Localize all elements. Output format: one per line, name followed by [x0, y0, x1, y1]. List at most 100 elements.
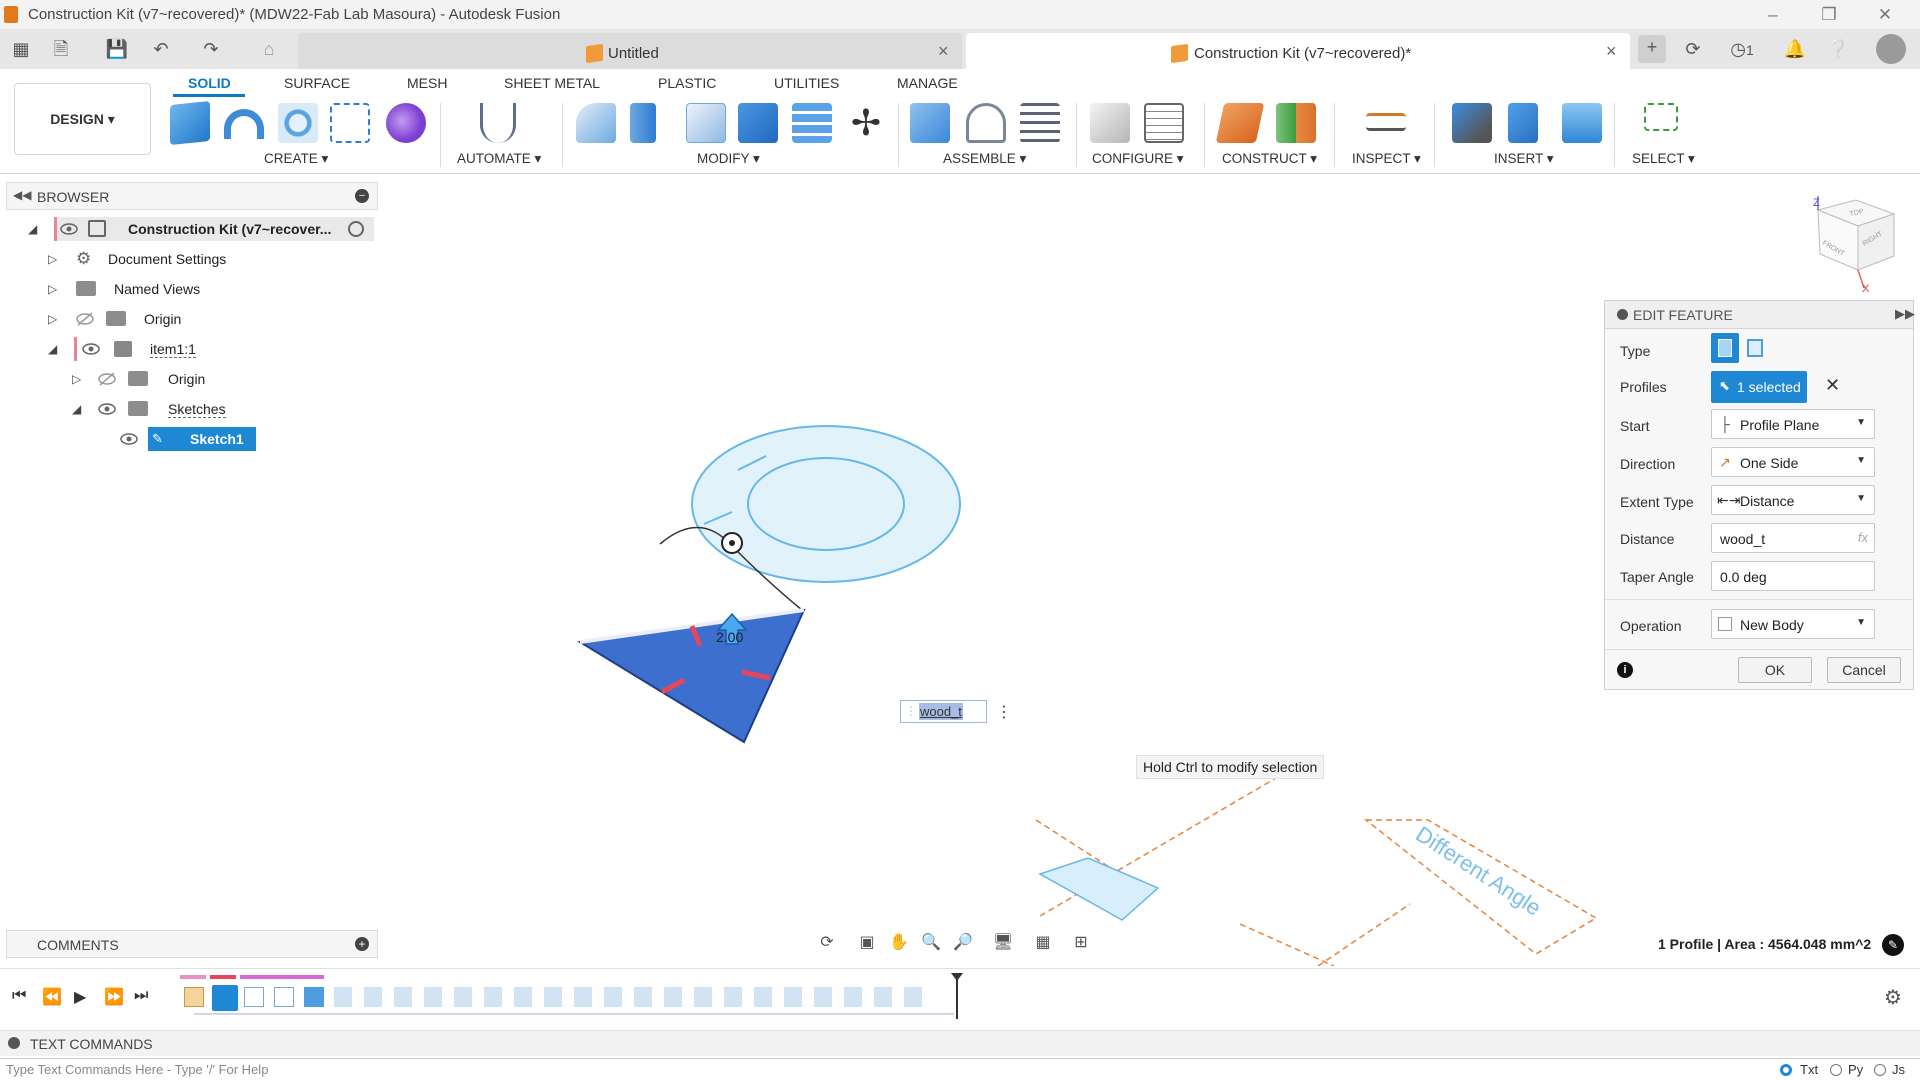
redo-icon[interactable]: ↷	[198, 37, 224, 61]
canvas-image-icon[interactable]	[1562, 103, 1602, 143]
drag-grip-icon[interactable]: ⋮	[905, 704, 917, 718]
undo-icon[interactable]: ↶	[148, 37, 174, 61]
viewports-icon[interactable]: ⊞	[1068, 932, 1094, 954]
first-step-icon[interactable]: ⏮	[12, 987, 26, 1005]
form-icon[interactable]	[386, 103, 426, 143]
grid-settings-icon[interactable]: ▦	[1030, 932, 1056, 954]
collapse-icon[interactable]	[8, 1037, 20, 1049]
timeline-feature-icon[interactable]	[184, 987, 204, 1007]
extrude-icon[interactable]	[224, 109, 264, 139]
configure-icon[interactable]	[1090, 103, 1130, 143]
extent-type-dropdown[interactable]: ⇤⇥ Distance ▼	[1711, 485, 1875, 515]
mode-js-radio[interactable]	[1874, 1064, 1886, 1076]
profiles-selection-button[interactable]: ⬉ 1 selected	[1711, 371, 1807, 403]
tab-utilities[interactable]: UTILITIES	[774, 75, 839, 91]
close-tab-icon[interactable]: ×	[1606, 41, 1617, 62]
construct-menu[interactable]: CONSTRUCT ▾	[1222, 151, 1317, 167]
tab-surface[interactable]: SURFACE	[284, 75, 350, 91]
tab-manage[interactable]: MANAGE	[897, 75, 958, 91]
display-settings-icon[interactable]: 🖥	[990, 932, 1016, 954]
fit-icon[interactable]: 🔎	[950, 932, 976, 954]
text-commands-header[interactable]: TEXT COMMANDS	[0, 1030, 1920, 1056]
window-select-icon[interactable]	[1644, 103, 1678, 131]
home-icon[interactable]: ⌂	[256, 37, 282, 61]
type-solid-button[interactable]	[1711, 333, 1739, 363]
distance-input-value[interactable]: wood_t	[919, 703, 963, 720]
notifications-bell-icon[interactable]: 🔔	[1782, 37, 1808, 61]
expand-dialog-icon[interactable]: ▶▶	[1895, 306, 1915, 322]
next-step-icon[interactable]: ⏩	[104, 987, 124, 1007]
save-icon[interactable]: 💾	[104, 37, 130, 61]
measure-icon[interactable]	[1366, 113, 1406, 131]
distance-input[interactable]: wood_t fx	[1711, 523, 1875, 553]
operation-dropdown[interactable]: New Body ▼	[1711, 609, 1875, 639]
tab-plastic[interactable]: PLASTIC	[658, 75, 716, 91]
modify-menu[interactable]: MODIFY ▾	[697, 151, 760, 167]
data-panel-grid-icon[interactable]: ▦	[8, 37, 34, 61]
timeline-sketch-icon[interactable]	[244, 987, 264, 1007]
timeline-marker[interactable]	[956, 977, 958, 1019]
orbit-icon[interactable]: ⟳	[814, 932, 840, 954]
info-icon[interactable]: i	[1617, 662, 1633, 678]
chamfer-icon[interactable]	[686, 103, 726, 143]
previous-step-icon[interactable]: ⏪	[42, 987, 62, 1007]
extensions-icon[interactable]: ⟳	[1680, 37, 1706, 61]
inspect-menu[interactable]: INSPECT ▾	[1352, 151, 1421, 167]
mode-py-radio[interactable]	[1830, 1064, 1842, 1076]
tab-mesh[interactable]: MESH	[407, 75, 447, 91]
joint-icon[interactable]	[966, 103, 1006, 143]
configure-menu[interactable]: CONFIGURE ▾	[1092, 151, 1184, 167]
dialog-collapse-icon[interactable]	[1617, 309, 1628, 320]
user-avatar[interactable]	[1876, 34, 1906, 64]
close-tab-icon[interactable]: ×	[938, 41, 949, 62]
cancel-button[interactable]: Cancel	[1827, 657, 1901, 683]
zoom-icon[interactable]: 🔍	[918, 932, 944, 954]
timeline-marker-handle[interactable]	[951, 973, 963, 981]
press-pull-icon[interactable]	[576, 103, 616, 143]
close-window-button[interactable]: ✕	[1868, 4, 1902, 26]
new-component-assemble-icon[interactable]	[910, 103, 950, 143]
timeline-settings-gear-icon[interactable]: ⚙	[1884, 985, 1902, 1010]
restore-button[interactable]: ❐	[1812, 4, 1846, 26]
text-command-input[interactable]: Type Text Commands Here - Type '/' For H…	[0, 1058, 1920, 1080]
help-icon[interactable]: ❔	[1825, 37, 1851, 61]
play-icon[interactable]: ▶	[74, 987, 86, 1007]
new-tab-plus-icon[interactable]: +	[1638, 35, 1666, 63]
function-fx-icon[interactable]: fx	[1858, 530, 1868, 545]
sketch-icon[interactable]	[330, 103, 370, 143]
automate-menu[interactable]: AUTOMATE ▾	[457, 151, 541, 167]
workspace-switcher[interactable]: DESIGN ▾	[14, 83, 151, 155]
mode-txt-radio[interactable]	[1780, 1064, 1792, 1076]
last-step-icon[interactable]: ⏭	[134, 987, 148, 1005]
add-comment-icon[interactable]: +	[355, 937, 369, 951]
look-at-icon[interactable]: ▣	[854, 932, 880, 954]
insert-derive-icon[interactable]	[1452, 103, 1492, 143]
clear-selection-icon[interactable]: ✕	[1825, 375, 1840, 396]
timeline-sketch-icon[interactable]	[274, 987, 294, 1007]
tab-solid[interactable]: SOLID	[188, 75, 231, 91]
tab-untitled[interactable]: Untitled ×	[298, 33, 962, 69]
distance-input-box[interactable]: ⋮ wood_t	[900, 700, 987, 723]
assemble-menu[interactable]: ASSEMBLE ▾	[943, 151, 1026, 167]
more-options-icon[interactable]: ⋮	[996, 702, 1012, 722]
viewcube[interactable]: Z X FRONT RIGHT TOP	[1813, 196, 1896, 295]
new-component-icon[interactable]	[170, 100, 210, 146]
start-dropdown[interactable]: ├ Profile Plane ▼	[1711, 409, 1875, 439]
file-menu-icon[interactable]: 🗎	[48, 37, 74, 61]
bill-of-materials-icon[interactable]	[1020, 103, 1060, 143]
shell-icon[interactable]	[738, 103, 778, 143]
create-menu[interactable]: CREATE ▾	[264, 151, 328, 167]
combine-icon[interactable]	[792, 103, 832, 143]
fillet-icon[interactable]	[630, 103, 656, 143]
insert-mcmaster-icon[interactable]	[1508, 103, 1538, 143]
tab-construction-kit[interactable]: Construction Kit (v7~recovered)* ×	[966, 33, 1630, 69]
tab-sheet-metal[interactable]: SHEET METAL	[504, 75, 600, 91]
timeline-extrude-icon[interactable]	[304, 987, 324, 1007]
midplane-icon[interactable]	[1276, 103, 1316, 143]
offset-plane-icon[interactable]	[1215, 103, 1265, 143]
move-copy-icon[interactable]: ✢	[846, 103, 886, 143]
display-mode-icon[interactable]: ✎	[1882, 934, 1904, 956]
automate-icon[interactable]	[480, 103, 516, 143]
taper-angle-input[interactable]: 0.0 deg	[1711, 561, 1875, 591]
configuration-table-icon[interactable]	[1144, 103, 1184, 143]
